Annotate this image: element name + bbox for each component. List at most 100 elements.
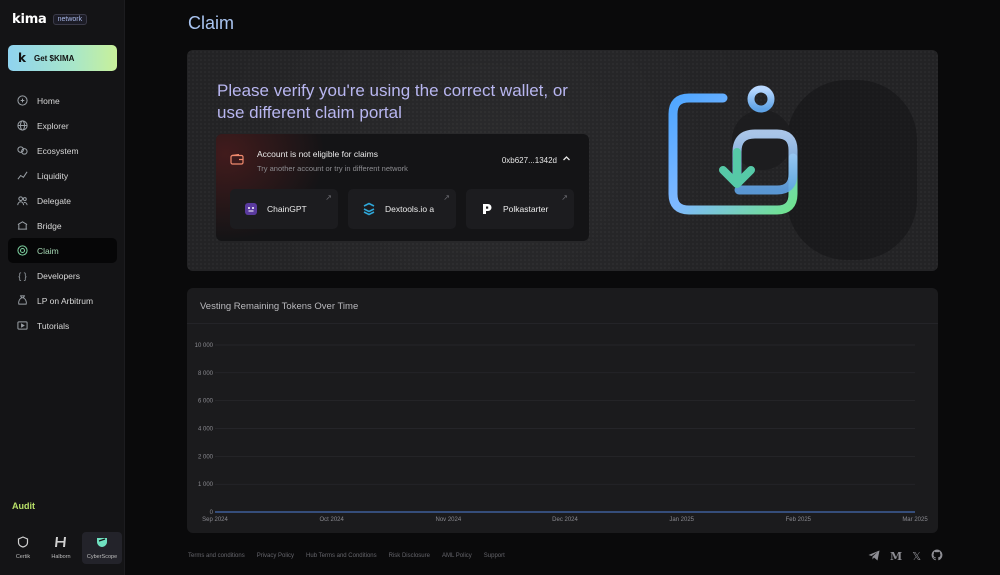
sidebar-item-label: Explorer bbox=[37, 120, 69, 131]
footer-link-hub-terms[interactable]: Hub Terms and Conditions bbox=[306, 553, 377, 559]
footer-link-support[interactable]: Support bbox=[484, 553, 505, 559]
sidebar-item-developers[interactable]: { } Developers bbox=[8, 263, 117, 288]
x-tick-label: Mar 2025 bbox=[902, 517, 928, 523]
audit-certik[interactable]: Certik bbox=[6, 532, 40, 564]
sidebar-item-label: Ecosystem bbox=[37, 145, 79, 156]
sidebar-item-label: Claim bbox=[37, 245, 59, 256]
audit-label: Halborn bbox=[51, 554, 71, 560]
audit-list: Certik Halborn CyberScope bbox=[6, 532, 122, 564]
sidebar-item-explorer[interactable]: Explorer bbox=[8, 113, 117, 138]
sidebar-item-label: Delegate bbox=[37, 195, 72, 206]
audit-halborn[interactable]: Halborn bbox=[44, 532, 78, 564]
globe-icon bbox=[17, 120, 28, 131]
brand-tag: network bbox=[52, 14, 88, 25]
claim-banner: Please verify you're using the correct w… bbox=[187, 50, 938, 271]
x-tick-label: Sep 2024 bbox=[202, 517, 228, 523]
footer-link-terms[interactable]: Terms and conditions bbox=[188, 553, 245, 559]
banner-heading: Please verify you're using the correct w… bbox=[217, 81, 568, 122]
sidebar-nav: Home Explorer Ecosystem Liquidity Delega… bbox=[8, 88, 117, 338]
x-icon[interactable]: 𝕏 bbox=[912, 551, 921, 563]
x-tick-label: Oct 2024 bbox=[319, 517, 344, 523]
footer-links: Terms and conditions Privacy Policy Hub … bbox=[188, 553, 505, 559]
claim-illustration bbox=[668, 85, 798, 215]
medium-icon[interactable]: M bbox=[890, 550, 902, 563]
claim-icon bbox=[17, 245, 28, 256]
y-tick-label: 2 000 bbox=[198, 454, 214, 460]
money-bag-icon bbox=[17, 295, 28, 306]
polkastarter-icon bbox=[480, 202, 494, 216]
ecosystem-icon bbox=[17, 145, 28, 156]
sidebar-item-claim[interactable]: Claim bbox=[8, 238, 117, 263]
sidebar-item-label: LP on Arbitrum bbox=[37, 295, 94, 306]
chevron-up-icon[interactable] bbox=[562, 154, 571, 165]
sidebar-item-label: Bridge bbox=[37, 220, 62, 231]
account-status-title: Account is not eligible for claims bbox=[257, 149, 378, 159]
sidebar-item-label: Liquidity bbox=[37, 170, 69, 181]
audit-title: Audit bbox=[12, 501, 35, 511]
portal-label: ChainGPT bbox=[267, 204, 307, 214]
home-icon bbox=[17, 95, 28, 106]
y-tick-label: 6 000 bbox=[198, 399, 214, 405]
y-tick-label: 1 000 bbox=[198, 482, 214, 488]
wallet-address[interactable]: 0xb627...1342d bbox=[502, 156, 557, 165]
x-tick-label: Nov 2024 bbox=[435, 517, 461, 523]
telegram-icon[interactable] bbox=[868, 550, 880, 564]
sidebar-item-tutorials[interactable]: Tutorials bbox=[8, 313, 117, 338]
external-link-icon: ↗ bbox=[443, 193, 450, 202]
x-tick-label: Dec 2024 bbox=[552, 517, 578, 523]
sidebar-item-delegate[interactable]: Delegate bbox=[8, 188, 117, 213]
braces-icon: { } bbox=[18, 270, 27, 281]
halborn-icon bbox=[54, 536, 68, 551]
video-icon bbox=[17, 320, 28, 331]
chart-line-icon bbox=[17, 170, 28, 181]
y-tick-label: 4 000 bbox=[198, 427, 214, 433]
github-icon[interactable] bbox=[931, 549, 943, 564]
sidebar-item-lp-arbitrum[interactable]: LP on Arbitrum bbox=[8, 288, 117, 313]
vesting-chart: 10 000 8 000 6 000 4 000 2 000 1 000 0Sep 2024… bbox=[195, 343, 929, 523]
account-status-card: Account is not eligible for claims Try a… bbox=[216, 134, 589, 241]
bridge-icon bbox=[17, 220, 28, 231]
audit-label: Certik bbox=[15, 554, 31, 560]
dextools-icon bbox=[362, 202, 376, 216]
audit-label: CyberScope bbox=[86, 554, 118, 560]
sidebar-item-bridge[interactable]: Bridge bbox=[8, 213, 117, 238]
brand-logo[interactable]: kima network bbox=[12, 12, 88, 27]
social-links: M 𝕏 bbox=[868, 549, 943, 564]
y-tick-label: 8 000 bbox=[198, 371, 214, 377]
brand-name: kima bbox=[12, 12, 47, 27]
sidebar-item-ecosystem[interactable]: Ecosystem bbox=[8, 138, 117, 163]
kima-k-icon: k bbox=[18, 51, 26, 65]
sidebar-item-label: Home bbox=[37, 95, 60, 106]
y-tick-label: 0 bbox=[210, 510, 214, 516]
y-tick-label: 10 000 bbox=[195, 343, 214, 349]
get-kima-label: Get $KIMA bbox=[33, 53, 75, 63]
audit-cyberscope[interactable]: CyberScope bbox=[82, 532, 122, 564]
page-title: Claim bbox=[188, 13, 235, 33]
chaingpt-icon bbox=[244, 202, 258, 216]
sidebar-item-home[interactable]: Home bbox=[8, 88, 117, 113]
portal-label: Dextools.io a bbox=[385, 204, 435, 214]
portal-chaingpt[interactable]: ChainGPT ↗ bbox=[230, 189, 338, 229]
x-tick-label: Jan 2025 bbox=[669, 517, 694, 523]
x-tick-label: Feb 2025 bbox=[786, 517, 812, 523]
sidebar-item-label: Developers bbox=[37, 270, 80, 281]
portal-label: Polkastarter bbox=[503, 204, 549, 214]
sidebar-item-liquidity[interactable]: Liquidity bbox=[8, 163, 117, 188]
account-status-subtitle: Try another account or try in different … bbox=[257, 164, 408, 173]
sidebar: kima network k Get $KIMA Home Explorer E… bbox=[0, 0, 125, 575]
footer-link-aml[interactable]: AML Policy bbox=[442, 553, 472, 559]
get-kima-button[interactable]: k Get $KIMA bbox=[8, 45, 117, 71]
claim-portals: ChainGPT ↗ Dextools.io a ↗ Polkastarter … bbox=[230, 189, 574, 229]
sidebar-item-label: Tutorials bbox=[37, 320, 70, 331]
footer-link-privacy[interactable]: Privacy Policy bbox=[257, 553, 294, 559]
account-status-row: Account is not eligible for claims Try a… bbox=[230, 148, 575, 178]
external-link-icon: ↗ bbox=[561, 193, 568, 202]
portal-dextools[interactable]: Dextools.io a ↗ bbox=[348, 189, 456, 229]
footer-link-risk[interactable]: Risk Disclosure bbox=[389, 553, 430, 559]
external-link-icon: ↗ bbox=[325, 193, 332, 202]
wallet-icon bbox=[230, 152, 244, 165]
portal-polkastarter[interactable]: Polkastarter ↗ bbox=[466, 189, 574, 229]
certik-icon bbox=[17, 536, 29, 551]
cyberscope-icon bbox=[96, 536, 108, 551]
people-icon bbox=[17, 195, 28, 206]
